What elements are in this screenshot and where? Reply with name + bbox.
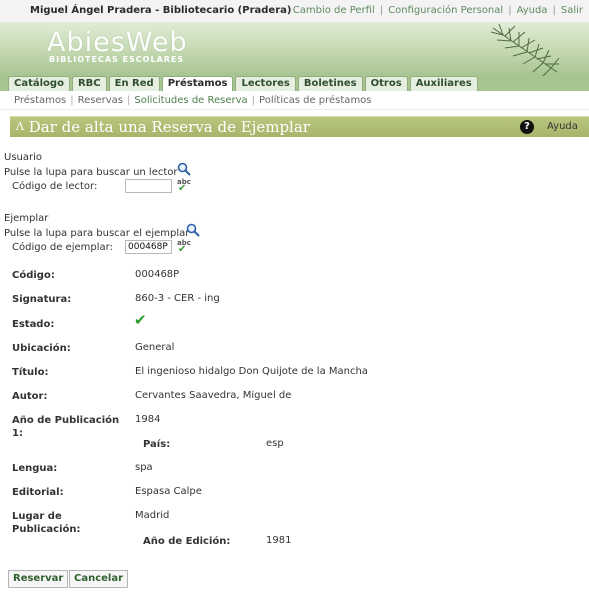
separator: | — [379, 5, 384, 16]
estado-available-check-icon: ✔ — [134, 311, 147, 329]
detail-pais-value: esp — [266, 438, 284, 449]
separator: | — [251, 94, 256, 106]
detail-ubicacion-label: Ubicación: — [12, 343, 71, 354]
separator: | — [70, 94, 74, 106]
detail-anio-publicacion-value: 1984 — [135, 414, 161, 425]
detail-codigo-label: Código: — [12, 270, 55, 281]
detail-lengua-value: spa — [135, 462, 153, 473]
tab-otros[interactable]: Otros — [364, 76, 408, 91]
tab-lectores[interactable]: Lectores — [235, 76, 296, 91]
codigo-ejemplar-label: Código de ejemplar: — [12, 242, 113, 253]
tab-rbc[interactable]: RBC — [71, 76, 107, 91]
section-usuario: Usuario — [4, 152, 43, 163]
tab-boletines[interactable]: Boletines — [297, 76, 363, 91]
detail-autor-label: Autor: — [12, 391, 48, 402]
pine-branch-icon — [490, 23, 560, 76]
detail-lugar-value: Madrid — [135, 510, 170, 521]
spellcheck-check-icon: ✔ — [178, 183, 187, 194]
logo-sub-text: BIBLIOTECAS ESCOLARES — [49, 55, 185, 64]
detail-titulo-value: El ingenioso hidalgo Don Quijote de la M… — [135, 366, 368, 377]
search-lector-icon[interactable] — [177, 162, 191, 176]
reservar-button[interactable]: Reservar — [8, 570, 69, 588]
detail-anio-edicion-label: Año de Edición: — [143, 536, 231, 547]
detail-lengua-label: Lengua: — [12, 463, 58, 474]
tab-prestamos[interactable]: Préstamos — [161, 76, 234, 91]
page-title-text: Dar de alta una Reserva de Ejemplar — [28, 118, 310, 136]
detail-lugar-label: Lugar de Publicación: — [12, 511, 81, 535]
cancelar-button[interactable]: Cancelar — [69, 570, 129, 588]
codigo-lector-input[interactable] — [125, 179, 172, 193]
tab-en-red[interactable]: En Red — [108, 76, 160, 91]
page-title-bar: Λ Dar de alta una Reserva de Ejemplar ? … — [10, 116, 589, 137]
usuario-hint: Pulse la lupa para buscar un lector — [4, 167, 178, 178]
detail-signatura-value: 860-3 - CER - ing — [135, 293, 220, 304]
detail-pais-label: País: — [143, 439, 171, 450]
spellcheck-check-icon: ✔ — [178, 244, 187, 255]
section-ejemplar: Ejemplar — [4, 213, 49, 224]
link-ayuda[interactable]: Ayuda — [517, 5, 548, 16]
separator: | — [127, 94, 131, 106]
subnav-solicitudes-reserva[interactable]: Solicitudes de Reserva — [134, 95, 247, 106]
detail-anio-publicacion-label: Año de Publicación 1: — [12, 415, 120, 439]
detail-anio-edicion-value: 1981 — [266, 535, 292, 546]
detail-titulo-label: Título: — [12, 367, 49, 378]
main-tabs: Catálogo RBC En Red Préstamos Lectores B… — [0, 76, 589, 91]
detail-autor-value: Cervantes Saavedra, Miguel de — [135, 390, 292, 401]
detail-codigo-value: 000468P — [135, 269, 180, 280]
link-salir[interactable]: Salir — [561, 5, 583, 16]
help-link[interactable]: Ayuda — [547, 121, 578, 132]
title-arrow-icon: Λ — [16, 120, 24, 133]
separator: | — [508, 5, 512, 16]
help-icon[interactable]: ? — [520, 120, 534, 134]
subnav-politicas-prestamos[interactable]: Políticas de préstamos — [259, 95, 371, 106]
detail-signatura-label: Signatura: — [12, 294, 72, 305]
top-links: Cambio de Perfil | Configuración Persona… — [293, 5, 583, 16]
tab-catalogo[interactable]: Catálogo — [8, 76, 70, 91]
subnav-reservas[interactable]: Reservas — [78, 95, 123, 106]
search-ejemplar-icon[interactable] — [186, 223, 200, 237]
detail-editorial-value: Espasa Calpe — [135, 486, 202, 497]
codigo-lector-label: Código de lector: — [12, 181, 98, 192]
user-name: Miguel Ángel Pradera - Bibliotecario (Pr… — [30, 5, 292, 16]
sub-navigation: Préstamos | Reservas | Solicitudes de Re… — [0, 91, 589, 110]
subnav-prestamos[interactable]: Préstamos — [14, 95, 66, 106]
codigo-ejemplar-input[interactable] — [125, 240, 172, 254]
page-title: Λ Dar de alta una Reserva de Ejemplar — [16, 118, 310, 136]
link-configuracion-personal[interactable]: Configuración Personal — [388, 5, 503, 16]
link-cambio-perfil[interactable]: Cambio de Perfil — [293, 5, 375, 16]
logo: AbiesWeb BIBLIOTECAS ESCOLARES — [47, 27, 188, 65]
top-bar: Miguel Ángel Pradera - Bibliotecario (Pr… — [0, 0, 589, 23]
logo-main-text: AbiesWeb — [47, 27, 188, 58]
separator: | — [552, 5, 556, 16]
banner: AbiesWeb BIBLIOTECAS ESCOLARES — [0, 22, 589, 76]
detail-ubicacion-value: General — [135, 342, 175, 353]
detail-estado-label: Estado: — [12, 319, 55, 330]
ejemplar-hint: Pulse la lupa para buscar el ejemplar — [4, 228, 190, 239]
tab-auxiliares[interactable]: Auxiliares — [409, 76, 478, 91]
detail-editorial-label: Editorial: — [12, 487, 64, 498]
